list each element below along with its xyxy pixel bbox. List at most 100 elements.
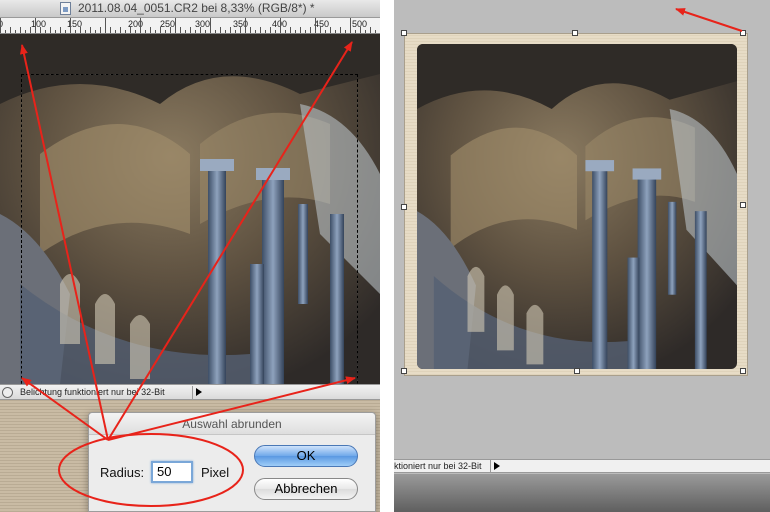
ruler-tick: [75, 30, 76, 33]
radius-input[interactable]: 50: [151, 461, 193, 483]
ruler-tick: [45, 30, 46, 33]
ruler-tick: [0, 18, 1, 33]
screenshot-composite: 2011.08.04_0051.CR2 bei 8,33% (RGB/8*) *…: [0, 0, 770, 512]
ruler-tick: [185, 30, 186, 33]
status-bar: Belichtung funktioniert nur bei 32-Bit: [0, 384, 380, 400]
ruler-tick: [120, 27, 121, 33]
ruler-tick: [20, 27, 21, 33]
ruler-tick: [270, 27, 271, 33]
ruler-tick: [220, 27, 221, 33]
ruler-tick: [150, 27, 151, 33]
ruler-tick: [100, 27, 101, 33]
ruler-tick: [175, 18, 176, 33]
transform-handle[interactable]: [740, 30, 746, 36]
ruler-tick: [305, 30, 306, 33]
ruler-tick: [85, 30, 86, 33]
left-document-window: 2011.08.04_0051.CR2 bei 8,33% (RGB/8*) *…: [0, 0, 380, 512]
ruler-tick: [5, 30, 6, 33]
ruler-tick: [180, 27, 181, 33]
dialog-title: Auswahl abrunden: [89, 413, 375, 435]
document-icon: [60, 2, 71, 15]
ruler-label: 250: [160, 19, 176, 29]
ruler-tick: [365, 30, 366, 33]
status-bar-text: ktioniert nur bei 32-Bit: [394, 461, 482, 471]
ruler-tick: [205, 30, 206, 33]
document-canvas-photo[interactable]: [0, 34, 380, 384]
ruler-tick: [200, 27, 201, 33]
ruler-tick: [130, 27, 131, 33]
panel-divider: [380, 0, 394, 512]
transform-frame[interactable]: [401, 30, 748, 376]
rounded-photo: [417, 44, 737, 369]
ruler-tick: [140, 18, 141, 33]
unit-label: Pixel: [201, 465, 230, 480]
pasteboard-bottom: [394, 474, 770, 512]
ruler-tick: [310, 27, 311, 33]
radius-label: Radius:: [100, 465, 145, 480]
ruler-tick: [375, 30, 376, 33]
ruler-tick: [30, 27, 31, 33]
transform-handle[interactable]: [740, 202, 746, 208]
transform-handle[interactable]: [574, 368, 580, 374]
ruler-tick: [70, 18, 71, 33]
ruler-tick: [280, 18, 281, 33]
ruler-tick: [55, 30, 56, 33]
transform-handle[interactable]: [401, 368, 407, 374]
ruler-tick: [95, 30, 96, 33]
ruler-tick: [230, 27, 231, 33]
ruler-tick: [235, 30, 236, 33]
ruler-tick: [320, 27, 321, 33]
ruler-tick: [215, 30, 216, 33]
ruler-tick: [40, 27, 41, 33]
ruler-tick: [240, 27, 241, 33]
ruler-tick: [295, 30, 296, 33]
ruler-tick: [345, 30, 346, 33]
ruler-tick: [210, 18, 211, 33]
ruler-tick: [155, 30, 156, 33]
ruler-tick: [370, 27, 371, 33]
ruler-tick: [335, 30, 336, 33]
ruler-tick: [160, 27, 161, 33]
ruler-tick: [340, 27, 341, 33]
window-titlebar[interactable]: 2011.08.04_0051.CR2 bei 8,33% (RGB/8*) *: [0, 0, 380, 18]
ruler-tick: [165, 30, 166, 33]
selection-marquee[interactable]: [21, 74, 358, 384]
ruler-tick: [125, 30, 126, 33]
ruler-tick: [10, 27, 11, 33]
ruler-label: 300: [195, 19, 211, 29]
ruler-tick: [60, 27, 61, 33]
feather-dialog: Auswahl abrunden Radius: 50 Pixel OK Abb…: [88, 412, 376, 512]
right-result-window: ktioniert nur bei 32-Bit: [394, 0, 770, 512]
triangle-right-icon[interactable]: [490, 460, 501, 472]
ruler-tick: [145, 30, 146, 33]
vaulted-ceiling-photo: [417, 44, 737, 369]
ruler-tick: [350, 18, 351, 33]
transform-handle[interactable]: [572, 30, 578, 36]
ruler-tick: [290, 27, 291, 33]
horizontal-ruler[interactable]: 0 100 150 200 250 300 350 400 450 500: [0, 18, 380, 34]
ruler-tick: [300, 27, 301, 33]
ruler-tick: [265, 30, 266, 33]
triangle-right-icon[interactable]: [192, 386, 204, 399]
ok-button[interactable]: OK: [254, 445, 358, 467]
ruler-tick: [330, 27, 331, 33]
ruler-label: 450: [314, 19, 330, 29]
ruler-tick: [35, 18, 36, 33]
ruler-tick: [225, 30, 226, 33]
status-bar-right: ktioniert nur bei 32-Bit: [394, 459, 770, 473]
transform-handle[interactable]: [401, 204, 407, 210]
ruler-tick: [65, 30, 66, 33]
ruler-tick: [195, 30, 196, 33]
ruler-tick: [325, 30, 326, 33]
transform-handle[interactable]: [401, 30, 407, 36]
ruler-tick: [80, 27, 81, 33]
transform-handle[interactable]: [740, 368, 746, 374]
zoom-icon[interactable]: [2, 387, 13, 398]
ruler-tick: [110, 27, 111, 33]
ruler-tick: [105, 18, 106, 33]
cancel-button[interactable]: Abbrechen: [254, 478, 358, 500]
ruler-tick: [135, 30, 136, 33]
ruler-tick: [50, 27, 51, 33]
ruler-tick: [115, 30, 116, 33]
ruler-tick: [25, 30, 26, 33]
